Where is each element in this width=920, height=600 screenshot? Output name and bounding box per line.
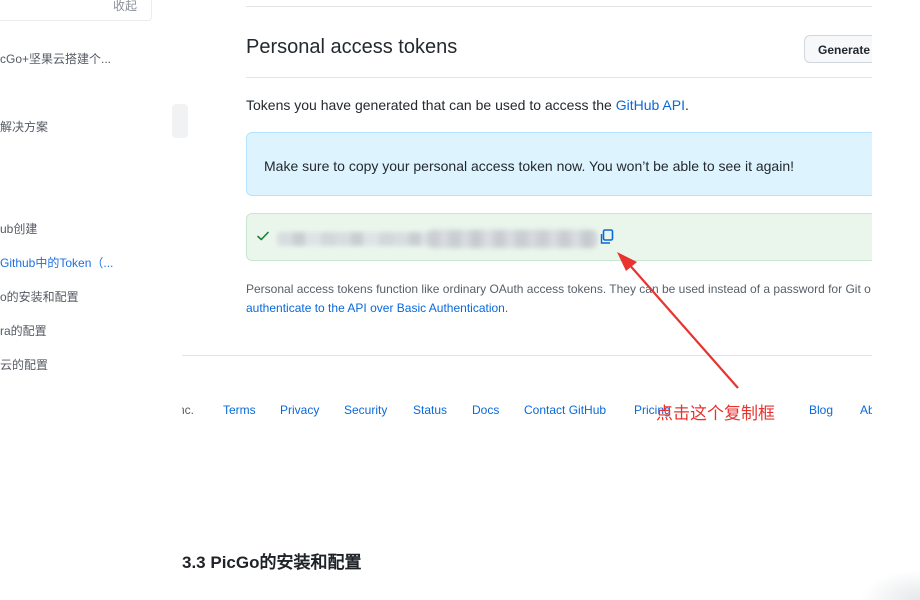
toc-item[interactable]: ub创建 bbox=[0, 220, 37, 237]
description-text: Tokens you have generated that can be us… bbox=[246, 97, 616, 113]
generate-token-button[interactable]: Generate bbox=[804, 35, 872, 63]
footer-link-terms[interactable]: Terms bbox=[223, 403, 256, 417]
copy-icon[interactable] bbox=[600, 229, 614, 245]
description: Tokens you have generated that can be us… bbox=[246, 97, 689, 113]
description-suffix: . bbox=[684, 97, 689, 113]
footer-link-contact[interactable]: Contact GitHub bbox=[524, 403, 606, 417]
toc-sidebar: 收起 cGo+坚果云搭建个... 解决方案 ub创建 Github中的Token… bbox=[0, 0, 180, 600]
collapse-button[interactable]: 收起 bbox=[113, 0, 137, 14]
token-info: Personal access tokens function like ord… bbox=[246, 280, 872, 318]
token-info-text: Personal access tokens function like ord… bbox=[246, 282, 871, 296]
toc-item[interactable]: 解决方案 bbox=[0, 118, 48, 135]
footer-copyright: nc. bbox=[182, 403, 195, 417]
toc-item-active[interactable]: Github中的Token（... bbox=[0, 254, 113, 271]
footer-link-status[interactable]: Status bbox=[413, 403, 447, 417]
divider bbox=[182, 355, 872, 356]
token-value-blurred bbox=[427, 230, 597, 248]
toc-item[interactable]: ra的配置 bbox=[0, 322, 47, 339]
toc-item[interactable]: cGo+坚果云搭建个... bbox=[0, 50, 111, 67]
toc-item[interactable]: 云的配置 bbox=[0, 356, 48, 373]
new-token-box bbox=[246, 213, 872, 261]
flash-notice: Make sure to copy your personal access t… bbox=[246, 132, 872, 196]
collapse-panel: 收起 bbox=[0, 0, 152, 21]
edge-shadow bbox=[860, 570, 920, 600]
article-heading: 3.3 PicGo的安装和配置 bbox=[182, 553, 362, 572]
check-icon bbox=[257, 231, 269, 241]
toc-item[interactable]: o的安装和配置 bbox=[0, 288, 79, 305]
github-screenshot: Personal access tokens Generate Tokens y… bbox=[182, 0, 872, 520]
github-api-link[interactable]: GitHub API bbox=[616, 97, 685, 113]
footer-link-privacy[interactable]: Privacy bbox=[280, 403, 319, 417]
token-info-suffix: . bbox=[504, 301, 509, 315]
footer-link-blog[interactable]: Blog bbox=[809, 403, 833, 417]
footer-link-docs[interactable]: Docs bbox=[472, 403, 499, 417]
flash-message: Make sure to copy your personal access t… bbox=[264, 158, 794, 174]
footer-link-security[interactable]: Security bbox=[344, 403, 387, 417]
divider bbox=[246, 6, 872, 7]
page-title: Personal access tokens bbox=[246, 36, 458, 58]
basic-auth-link[interactable]: authenticate to the API over Basic Authe… bbox=[246, 301, 505, 315]
divider bbox=[246, 77, 872, 78]
footer-link-about[interactable]: Ab bbox=[860, 403, 872, 417]
annotation-text: 点击这个复制框 bbox=[656, 404, 775, 423]
